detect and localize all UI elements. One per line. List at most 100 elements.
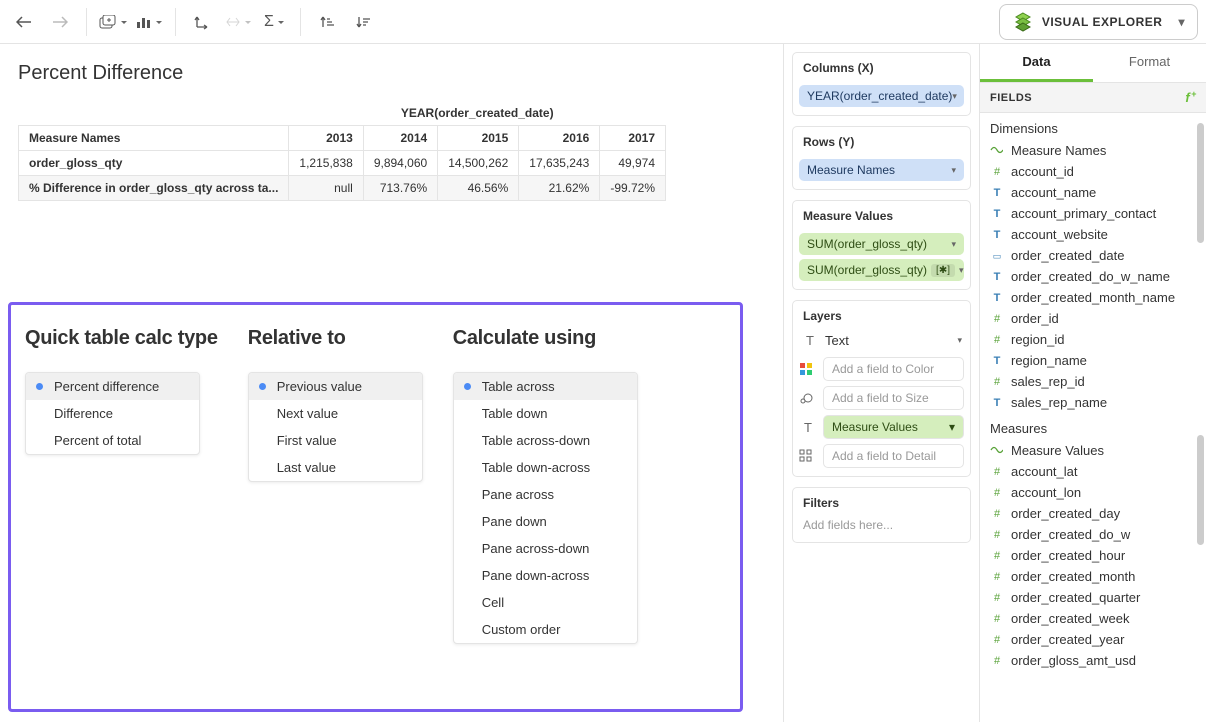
field-type-icon bbox=[990, 355, 1004, 367]
mv-pill-2[interactable]: SUM(order_gloss_qty)[✱]▾ bbox=[799, 259, 964, 281]
field-item[interactable]: account_website bbox=[980, 224, 1206, 245]
sigma-button[interactable]: Σ bbox=[258, 6, 290, 38]
panel-tabs: Data Format bbox=[980, 44, 1206, 83]
field-item[interactable]: Measure Names bbox=[980, 140, 1206, 161]
opt-cell[interactable]: Cell bbox=[454, 589, 637, 616]
pill-label: SUM(order_gloss_qty) bbox=[807, 263, 927, 277]
year-col: 2014 bbox=[363, 126, 437, 151]
opt-pane-across-down[interactable]: Pane across-down bbox=[454, 535, 637, 562]
swap-axes-button[interactable] bbox=[186, 6, 218, 38]
opt-pane-across[interactable]: Pane across bbox=[454, 481, 637, 508]
field-item[interactable]: order_created_quarter bbox=[980, 587, 1206, 608]
fit-button[interactable] bbox=[222, 6, 254, 38]
tab-format[interactable]: Format bbox=[1093, 44, 1206, 82]
field-item[interactable]: sales_rep_id bbox=[980, 371, 1206, 392]
field-item[interactable]: order_created_day bbox=[980, 503, 1206, 524]
opt-table-down[interactable]: Table down bbox=[454, 400, 637, 427]
callout-title-calculate-using: Calculate using bbox=[453, 327, 638, 350]
sort-desc-button[interactable] bbox=[347, 6, 379, 38]
field-item[interactable]: region_name bbox=[980, 350, 1206, 371]
opt-next-value[interactable]: Next value bbox=[249, 400, 422, 427]
opt-last-value[interactable]: Last value bbox=[249, 454, 422, 481]
opt-previous-value[interactable]: Previous value bbox=[249, 373, 422, 400]
visual-explorer-label: VISUAL EXPLORER bbox=[1042, 15, 1163, 29]
field-item[interactable]: order_created_date bbox=[980, 245, 1206, 266]
rows-pill[interactable]: Measure Names▾ bbox=[799, 159, 964, 181]
tab-data[interactable]: Data bbox=[980, 44, 1093, 82]
mv-pill-1[interactable]: SUM(order_gloss_qty)▾ bbox=[799, 233, 964, 255]
field-item[interactable]: account_primary_contact bbox=[980, 203, 1206, 224]
opt-pane-down[interactable]: Pane down bbox=[454, 508, 637, 535]
field-item[interactable]: Measure Values bbox=[980, 440, 1206, 461]
field-label: account_lat bbox=[1011, 464, 1078, 479]
field-type-icon bbox=[990, 208, 1004, 220]
field-item[interactable]: order_created_month_name bbox=[980, 287, 1206, 308]
nav-forward-button[interactable] bbox=[44, 6, 76, 38]
field-type-icon bbox=[990, 271, 1004, 283]
sort-asc-button[interactable] bbox=[311, 6, 343, 38]
opt-custom-order[interactable]: Custom order bbox=[454, 616, 637, 643]
opt-table-across-down[interactable]: Table across-down bbox=[454, 427, 637, 454]
opt-percent-difference[interactable]: Percent difference bbox=[26, 373, 199, 400]
mark-type-dropdown[interactable]: TText▾ bbox=[799, 329, 964, 352]
cell: -99.72% bbox=[600, 176, 666, 201]
field-item[interactable]: account_name bbox=[980, 182, 1206, 203]
field-item[interactable]: order_created_month bbox=[980, 566, 1206, 587]
field-item[interactable]: order_created_year bbox=[980, 629, 1206, 650]
measure-values-title: Measure Values bbox=[799, 207, 964, 229]
opt-pane-down-across[interactable]: Pane down-across bbox=[454, 562, 637, 589]
field-item[interactable]: order_id bbox=[980, 308, 1206, 329]
field-type-icon bbox=[990, 397, 1004, 409]
opt-first-value[interactable]: First value bbox=[249, 427, 422, 454]
add-calc-field-button[interactable]: f bbox=[1185, 90, 1196, 105]
detail-icon bbox=[799, 449, 817, 463]
row-label: % Difference in order_gloss_qty across t… bbox=[19, 176, 289, 201]
scrollbar-thumb[interactable] bbox=[1197, 435, 1204, 545]
field-item[interactable]: account_lat bbox=[980, 461, 1206, 482]
year-col: 2016 bbox=[519, 126, 600, 151]
field-item[interactable]: sales_rep_name bbox=[980, 392, 1206, 413]
nav-back-button[interactable] bbox=[8, 6, 40, 38]
pill-label: YEAR(order_created_date) bbox=[807, 89, 952, 103]
measure-values-shelf[interactable]: Measure Values SUM(order_gloss_qty)▾ SUM… bbox=[792, 200, 971, 290]
fields-list[interactable]: Dimensions Measure Namesaccount_idaccoun… bbox=[980, 113, 1206, 722]
opt-table-down-across[interactable]: Table down-across bbox=[454, 454, 637, 481]
field-item[interactable]: order_gloss_amt_usd bbox=[980, 650, 1206, 671]
detail-encoding[interactable]: Add a field to Detail bbox=[823, 444, 964, 468]
filters-placeholder[interactable]: Add fields here... bbox=[799, 516, 964, 534]
opt-difference[interactable]: Difference bbox=[26, 400, 199, 427]
field-type-icon bbox=[990, 166, 1004, 178]
field-item[interactable]: order_created_week bbox=[980, 608, 1206, 629]
field-item[interactable]: account_id bbox=[980, 161, 1206, 182]
field-item[interactable]: region_id bbox=[980, 329, 1206, 350]
add-panel-button[interactable] bbox=[97, 6, 129, 38]
color-encoding[interactable]: Add a field to Color bbox=[823, 357, 964, 381]
opt-table-across[interactable]: Table across bbox=[454, 373, 637, 400]
scrollbar-thumb[interactable] bbox=[1197, 123, 1204, 243]
visual-explorer-dropdown[interactable]: VISUAL EXPLORER ▾ bbox=[999, 4, 1198, 40]
opt-percent-of-total[interactable]: Percent of total bbox=[26, 427, 199, 454]
filters-shelf[interactable]: Filters Add fields here... bbox=[792, 487, 971, 543]
field-label: order_created_day bbox=[1011, 506, 1120, 521]
field-item[interactable]: account_lon bbox=[980, 482, 1206, 503]
chart-type-button[interactable] bbox=[133, 6, 165, 38]
columns-shelf[interactable]: Columns (X) YEAR(order_created_date)▾ bbox=[792, 52, 971, 116]
size-encoding[interactable]: Add a field to Size bbox=[823, 386, 964, 410]
text-mark-icon: T bbox=[801, 333, 819, 348]
columns-pill[interactable]: YEAR(order_created_date)▾ bbox=[799, 85, 964, 107]
relative-to-list: Previous value Next value First value La… bbox=[248, 372, 423, 482]
layers-shelf[interactable]: Layers TText▾ Add a field to Color Add a… bbox=[792, 300, 971, 477]
field-item[interactable]: order_created_hour bbox=[980, 545, 1206, 566]
text-encoding[interactable]: Measure Values▾ bbox=[823, 415, 964, 439]
cell: 49,974 bbox=[600, 151, 666, 176]
fields-label: FIELDS bbox=[990, 92, 1032, 104]
pill-label: Measure Names bbox=[807, 163, 895, 177]
field-item[interactable]: order_created_do_w_name bbox=[980, 266, 1206, 287]
field-label: account_lon bbox=[1011, 485, 1081, 500]
field-item[interactable]: order_created_do_w bbox=[980, 524, 1206, 545]
table-year-header: Measure Names 2013 2014 2015 2016 2017 bbox=[19, 126, 666, 151]
data-table: YEAR(order_created_date) Measure Names 2… bbox=[18, 101, 775, 201]
rows-shelf[interactable]: Rows (Y) Measure Names▾ bbox=[792, 126, 971, 190]
size-icon bbox=[799, 391, 817, 405]
field-label: order_created_week bbox=[1011, 611, 1130, 626]
